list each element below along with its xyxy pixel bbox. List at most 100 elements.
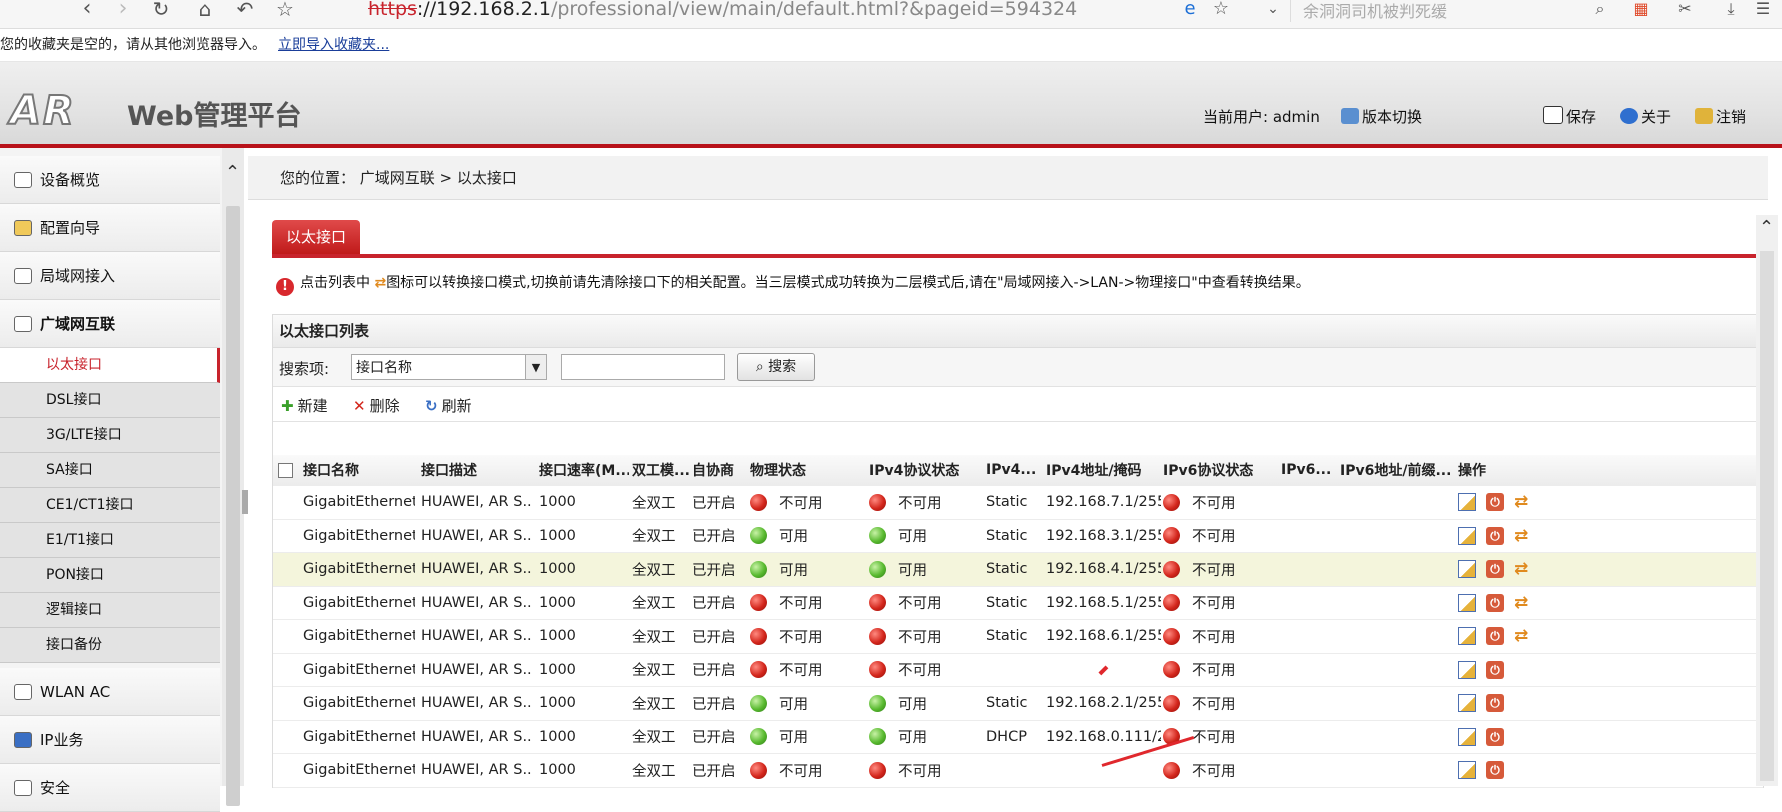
- scissors-icon[interactable]: ✂: [1670, 0, 1700, 26]
- edit-icon[interactable]: [1458, 660, 1476, 679]
- sidebar-item-security[interactable]: 安全: [0, 764, 220, 812]
- sidebar-sub-ethernet[interactable]: 以太接口: [0, 348, 220, 383]
- browser-search-input[interactable]: 余洞洞司机被判死缓: [1290, 0, 1583, 22]
- shutdown-icon[interactable]: ⏻: [1486, 761, 1504, 780]
- table-row[interactable]: GigabitEthernet... HUAWEI, AR S... 1000 全双工…: [273, 486, 1763, 520]
- table-row[interactable]: GigabitEthernet... HUAWEI, AR S... 1000 全双工…: [273, 654, 1763, 687]
- table-row[interactable]: GigabitEthernet... HUAWEI, AR S... 1000 全双工…: [273, 620, 1763, 654]
- shutdown-icon[interactable]: ⏻: [1486, 593, 1504, 612]
- column-header[interactable]: IPv4地址/掩码: [1046, 455, 1141, 485]
- edit-icon[interactable]: [1458, 526, 1476, 545]
- address-bar[interactable]: https://192.168.2.1/professional/view/ma…: [368, 0, 1108, 24]
- table-row[interactable]: GigabitEthernet... HUAWEI, AR S... 1000 全双工…: [273, 520, 1763, 553]
- select-all-checkbox[interactable]: [278, 455, 293, 485]
- sidebar-sub-ce1-ct1[interactable]: CE1/CT1接口: [0, 488, 220, 523]
- shutdown-icon[interactable]: ⏻: [1486, 660, 1504, 679]
- column-header[interactable]: IPv4...: [986, 455, 1036, 485]
- sidebar-item-device-overview[interactable]: 设备概览: [0, 156, 220, 204]
- shutdown-icon[interactable]: ⏻: [1486, 627, 1504, 646]
- favorite-star-icon[interactable]: ☆: [270, 0, 300, 26]
- bookmark-star-icon[interactable]: ☆: [1206, 0, 1236, 26]
- column-header[interactable]: 自协商: [692, 455, 734, 485]
- column-header[interactable]: IPv6...: [1281, 455, 1331, 485]
- apps-icon[interactable]: ▦: [1626, 0, 1656, 26]
- column-header[interactable]: 接口名称: [303, 455, 359, 485]
- switch-mode-icon[interactable]: ⇄: [1514, 627, 1532, 645]
- column-header[interactable]: IPv4协议状态: [869, 455, 959, 485]
- status-red-icon: [869, 627, 886, 645]
- switch-mode-icon[interactable]: ⇄: [1514, 493, 1532, 511]
- new-button[interactable]: ✚ 新建: [281, 395, 328, 416]
- edit-icon[interactable]: [1458, 493, 1476, 512]
- delete-button[interactable]: ✕ 删除: [353, 395, 400, 416]
- sidebar-sub-e1-t1[interactable]: E1/T1接口: [0, 523, 220, 558]
- switch-mode-icon[interactable]: ⇄: [1514, 560, 1532, 578]
- ie-compat-icon[interactable]: e: [1175, 0, 1205, 26]
- table-row[interactable]: GigabitEthernet... HUAWEI, AR S... 1000 全双工…: [273, 754, 1763, 788]
- search-input[interactable]: [561, 354, 725, 380]
- column-header[interactable]: IPv6地址/前缀...: [1340, 455, 1450, 485]
- search-icon[interactable]: ⌕: [1585, 0, 1615, 26]
- sidebar-sub-3g-lte[interactable]: 3G/LTE接口: [0, 418, 220, 453]
- shutdown-icon[interactable]: ⏻: [1486, 727, 1504, 746]
- sidebar-sub-dsl[interactable]: DSL接口: [0, 383, 220, 418]
- refresh-button[interactable]: ↻ 刷新: [425, 395, 472, 416]
- chevron-down-icon[interactable]: ▼: [525, 355, 546, 379]
- shutdown-icon[interactable]: ⏻: [1486, 694, 1504, 713]
- back-icon[interactable]: ‹: [72, 0, 102, 26]
- shutdown-icon[interactable]: ⏻: [1486, 493, 1504, 512]
- address-dropdown-icon[interactable]: ⌄: [1258, 0, 1288, 26]
- edit-icon[interactable]: [1458, 593, 1476, 612]
- search-button[interactable]: ⌕ 搜索: [737, 353, 815, 381]
- edit-icon[interactable]: [1458, 560, 1476, 579]
- undo-icon[interactable]: ↶: [230, 0, 260, 26]
- scrollbar-thumb[interactable]: [1760, 251, 1774, 781]
- table-row[interactable]: GigabitEthernet... HUAWEI, AR S... 1000 全双工…: [273, 687, 1763, 721]
- sidebar-item-wlan-ac[interactable]: WLAN AC: [0, 668, 220, 716]
- sidebar-item-config-wizard[interactable]: 配置向导: [0, 204, 220, 252]
- table-row[interactable]: GigabitEthernet... HUAWEI, AR S... 1000 全双工…: [273, 553, 1763, 587]
- edit-icon[interactable]: [1458, 727, 1476, 746]
- table-row[interactable]: GigabitEthernet... HUAWEI, AR S... 1000 全双工…: [273, 721, 1763, 754]
- switch-mode-icon[interactable]: ⇄: [1514, 527, 1532, 545]
- sidebar-scrollbar[interactable]: ⌃: [222, 148, 244, 806]
- save-link[interactable]: 保存: [1543, 106, 1596, 127]
- version-switch-link[interactable]: 版本切换: [1341, 106, 1422, 127]
- shutdown-icon[interactable]: ⏻: [1486, 526, 1504, 545]
- column-header[interactable]: 物理状态: [750, 455, 806, 485]
- about-link[interactable]: 关于: [1620, 106, 1671, 127]
- shutdown-icon[interactable]: ⏻: [1486, 560, 1504, 579]
- table-row[interactable]: GigabitEthernet... HUAWEI, AR S... 1000 全双工…: [273, 587, 1763, 620]
- sidebar-sub-sa[interactable]: SA接口: [0, 453, 220, 488]
- scroll-up-icon[interactable]: ⌃: [1759, 217, 1774, 238]
- sidebar-item-lan-access[interactable]: 局域网接入: [0, 252, 220, 300]
- tab-ethernet-interface[interactable]: 以太接口: [272, 220, 361, 254]
- cell-text: 不可用: [1192, 763, 1236, 780]
- home-icon[interactable]: ⌂: [190, 0, 220, 26]
- column-header[interactable]: IPv6协议状态: [1163, 455, 1253, 485]
- content-scrollbar[interactable]: ⌃: [1756, 215, 1778, 786]
- sidebar-sub-backup[interactable]: 接口备份: [0, 628, 220, 663]
- reload-icon[interactable]: ↻: [146, 0, 176, 26]
- column-header[interactable]: 操作: [1458, 455, 1486, 485]
- sidebar-sub-logical[interactable]: 逻辑接口: [0, 593, 220, 628]
- import-bookmarks-link[interactable]: 立即导入收藏夹...: [278, 37, 389, 53]
- menu-icon[interactable]: ☰: [1748, 0, 1778, 26]
- edit-icon[interactable]: [1458, 761, 1476, 780]
- edit-icon[interactable]: [1458, 627, 1476, 646]
- search-field-select[interactable]: 接口名称 ▼: [351, 354, 547, 380]
- switch-mode-icon[interactable]: ⇄: [1514, 594, 1532, 612]
- column-header[interactable]: 双工模...: [632, 455, 690, 485]
- column-header[interactable]: 接口描述: [421, 455, 477, 485]
- logout-link[interactable]: 注销: [1695, 106, 1746, 127]
- sidebar-sub-pon[interactable]: PON接口: [0, 558, 220, 593]
- edit-icon[interactable]: [1458, 694, 1476, 713]
- sidebar-item-ip-service[interactable]: IP业务: [0, 716, 220, 764]
- scrollbar-thumb[interactable]: [226, 206, 240, 806]
- checkbox[interactable]: [278, 462, 293, 478]
- sidebar-item-wan-interconnect[interactable]: 广域网互联: [0, 300, 220, 348]
- download-icon[interactable]: ⤓: [1716, 0, 1746, 26]
- scroll-up-icon[interactable]: ⌃: [225, 162, 240, 183]
- forward-icon[interactable]: ›: [108, 0, 138, 26]
- column-header[interactable]: 接口速率(M...: [539, 455, 629, 485]
